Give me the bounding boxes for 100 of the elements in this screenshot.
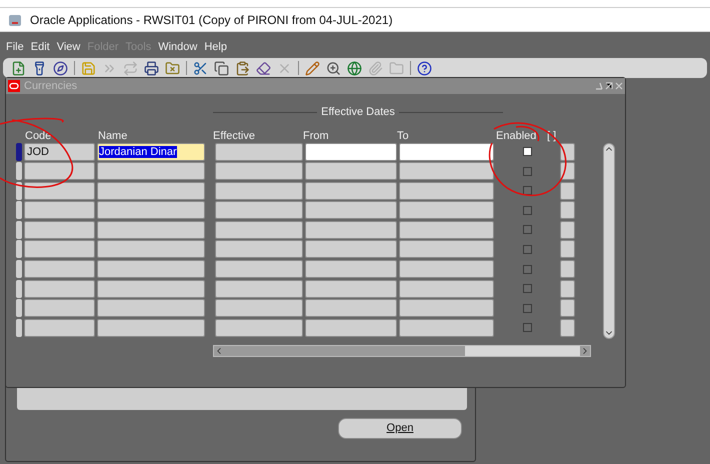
name-cell[interactable] (97, 280, 205, 298)
scroll-thumb[interactable] (465, 346, 580, 356)
copy-icon[interactable] (214, 60, 229, 76)
flex-field-cell[interactable] (560, 260, 575, 278)
from-date-field[interactable] (305, 142, 397, 160)
enabled-checkbox[interactable] (522, 186, 532, 196)
horizontal-scrollbar[interactable] (213, 344, 591, 356)
menu-item[interactable]: Edit (30, 38, 50, 56)
flex-field-cell[interactable] (560, 182, 575, 200)
name-cell[interactable] (97, 299, 205, 318)
open-button[interactable]: Open (338, 418, 462, 439)
effective-cell[interactable] (215, 162, 303, 180)
code-cell[interactable] (24, 280, 95, 298)
from-date-field[interactable] (305, 220, 397, 239)
to-date-field[interactable] (399, 280, 494, 298)
menu-item[interactable]: Window (158, 38, 198, 56)
from-date-field[interactable] (305, 280, 397, 298)
enabled-checkbox[interactable] (522, 323, 532, 332)
row-indicator[interactable] (16, 162, 22, 180)
enabled-checkbox[interactable] (522, 244, 532, 254)
code-cell[interactable] (24, 220, 95, 239)
row-indicator[interactable] (16, 201, 22, 220)
help-icon[interactable] (417, 60, 432, 76)
globe-icon[interactable] (347, 60, 362, 76)
row-indicator[interactable] (16, 299, 22, 318)
row-indicator[interactable] (16, 260, 22, 278)
paste-icon[interactable] (235, 60, 250, 76)
to-date-field[interactable] (399, 260, 494, 278)
from-date-field[interactable] (305, 260, 397, 278)
row-indicator[interactable] (16, 182, 22, 200)
enabled-checkbox[interactable] (522, 166, 532, 176)
name-cell[interactable] (97, 201, 205, 220)
from-date-field[interactable] (305, 201, 397, 220)
flex-field-cell[interactable] (560, 201, 575, 220)
effective-cell[interactable] (215, 182, 303, 200)
pencil-icon[interactable] (305, 60, 320, 76)
compass-icon[interactable] (53, 60, 68, 76)
to-date-field[interactable] (399, 299, 494, 318)
flex-field-cell[interactable] (560, 280, 575, 298)
code-cell[interactable] (24, 162, 95, 180)
enabled-checkbox[interactable] (522, 147, 532, 156)
from-date-field[interactable] (305, 162, 397, 180)
printer-icon[interactable] (144, 60, 159, 76)
from-date-field[interactable] (305, 182, 397, 200)
to-date-field[interactable] (399, 220, 494, 239)
code-cell[interactable] (24, 201, 95, 220)
to-date-field[interactable] (399, 240, 494, 258)
code-cell[interactable]: JOD (24, 142, 95, 160)
name-cell[interactable] (97, 260, 205, 278)
name-cell[interactable] (97, 162, 205, 180)
from-date-field[interactable] (305, 299, 397, 318)
scissors-icon[interactable] (193, 60, 208, 76)
to-date-field[interactable] (399, 318, 494, 337)
folder-close-icon[interactable] (165, 60, 180, 76)
effective-cell[interactable] (215, 280, 303, 298)
code-cell[interactable] (24, 318, 95, 337)
row-indicator[interactable] (16, 142, 22, 160)
effective-cell[interactable] (215, 142, 303, 160)
code-cell[interactable] (24, 260, 95, 278)
flex-field-cell[interactable] (560, 318, 575, 337)
code-cell[interactable] (24, 182, 95, 200)
row-indicator[interactable] (16, 280, 22, 298)
name-cell[interactable] (97, 182, 205, 200)
to-date-field[interactable] (399, 201, 494, 220)
menu-item[interactable]: View (56, 38, 80, 56)
flex-field-cell[interactable] (560, 142, 575, 160)
effective-cell[interactable] (215, 240, 303, 258)
effective-cell[interactable] (215, 201, 303, 220)
name-cell[interactable]: Jordanian Dinar (97, 142, 205, 160)
effective-cell[interactable] (215, 299, 303, 318)
from-date-field[interactable] (305, 318, 397, 337)
effective-cell[interactable] (215, 260, 303, 278)
effective-cell[interactable] (215, 318, 303, 337)
enabled-checkbox[interactable] (522, 225, 532, 234)
name-cell[interactable] (97, 240, 205, 258)
row-indicator[interactable] (16, 318, 22, 337)
from-date-field[interactable] (305, 240, 397, 258)
vertical-scrollbar[interactable] (603, 142, 615, 338)
row-indicator[interactable] (16, 220, 22, 239)
code-cell[interactable] (24, 299, 95, 318)
to-date-field[interactable] (399, 162, 494, 180)
menu-item[interactable]: Help (204, 38, 227, 56)
menu-item[interactable]: File (6, 38, 24, 56)
row-indicator[interactable] (16, 240, 22, 258)
to-date-field[interactable] (399, 142, 494, 160)
zoom-icon[interactable] (326, 60, 341, 76)
new-record-icon[interactable] (11, 60, 26, 76)
enabled-checkbox[interactable] (522, 284, 532, 294)
code-cell[interactable] (24, 240, 95, 258)
flex-field-cell[interactable] (560, 220, 575, 239)
enabled-checkbox[interactable] (522, 264, 532, 274)
eraser-icon[interactable] (256, 60, 271, 76)
to-date-field[interactable] (399, 182, 494, 200)
flex-field-cell[interactable] (560, 299, 575, 318)
effective-cell[interactable] (215, 220, 303, 239)
window-controls-icon[interactable] (595, 81, 623, 91)
flex-field-cell[interactable] (560, 240, 575, 258)
enabled-checkbox[interactable] (522, 304, 532, 313)
enabled-checkbox[interactable] (522, 206, 532, 215)
flashlight-icon[interactable] (32, 60, 47, 76)
